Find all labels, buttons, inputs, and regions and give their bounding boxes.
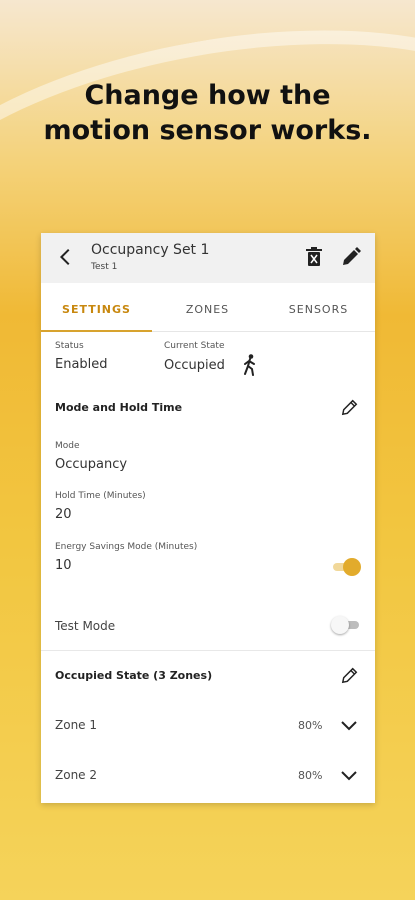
trash-icon[interactable] [305, 247, 323, 267]
hold-time-value: 20 [55, 507, 72, 522]
hold-time-label: Hold Time (Minutes) [55, 491, 146, 501]
app-card: Occupancy Set 1 Test 1 SETTINGS ZONES SE… [41, 233, 375, 803]
headline-line-2: motion sensor works. [43, 115, 372, 146]
tab-settings[interactable]: SETTINGS [41, 303, 152, 316]
energy-savings-toggle[interactable] [331, 558, 361, 576]
zone-1-level: 80% [298, 719, 323, 732]
mode-value: Occupancy [55, 457, 128, 472]
tab-sensors[interactable]: SENSORS [263, 303, 374, 316]
divider [41, 650, 375, 651]
test-mode-label: Test Mode [55, 619, 116, 633]
toggle-knob [343, 558, 361, 576]
toggle-knob [331, 616, 349, 634]
mode-section-title: Mode and Hold Time [55, 401, 183, 414]
walking-person-icon [244, 354, 255, 376]
occupied-state-title: Occupied State (3 Zones) [55, 669, 213, 682]
headline-line-1: Change how the [84, 80, 331, 111]
chevron-down-icon[interactable] [341, 771, 357, 781]
tab-zones[interactable]: ZONES [152, 303, 263, 316]
tab-bar: SETTINGS ZONES SENSORS [41, 283, 375, 332]
back-arrow-icon[interactable] [55, 246, 77, 268]
edit-occupied-pencil-icon[interactable] [341, 666, 359, 684]
energy-savings-label: Energy Savings Mode (Minutes) [55, 542, 198, 552]
energy-savings-value: 10 [55, 558, 72, 573]
test-mode-toggle[interactable] [331, 616, 361, 634]
pencil-icon[interactable] [341, 247, 361, 267]
zone-2-level: 80% [298, 769, 323, 782]
mode-label: Mode [55, 441, 80, 451]
status-value: Enabled [55, 357, 108, 372]
headline: Change how the motion sensor works. [0, 78, 415, 148]
active-tab-indicator [41, 330, 152, 332]
current-state-label: Current State [164, 341, 225, 351]
chevron-down-icon[interactable] [341, 721, 357, 731]
page-title: Occupancy Set 1 [91, 242, 210, 258]
zone-1-label: Zone 1 [55, 718, 97, 732]
page-subtitle: Test 1 [91, 262, 118, 272]
edit-mode-pencil-icon[interactable] [341, 398, 359, 416]
status-label: Status [55, 341, 84, 351]
current-state-value: Occupied [164, 358, 225, 373]
zone-2-label: Zone 2 [55, 768, 97, 782]
top-app-bar: Occupancy Set 1 Test 1 [41, 233, 375, 283]
